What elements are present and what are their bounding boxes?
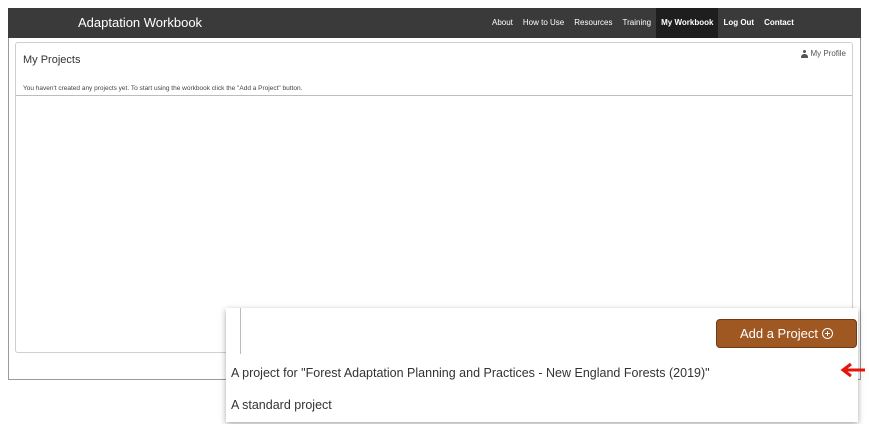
menu-item-forest-project[interactable]: A project for "Forest Adaptation Plannin… [231, 366, 710, 380]
panel-divider [16, 95, 852, 96]
nav-resources[interactable]: Resources [569, 8, 617, 38]
top-navbar: Adaptation Workbook About How to Use Res… [8, 8, 861, 38]
divider-line [240, 308, 241, 354]
red-arrow-annotation [840, 362, 865, 378]
nav-how-to-use[interactable]: How to Use [518, 8, 569, 38]
nav-training[interactable]: Training [618, 8, 657, 38]
projects-panel: My Projects My Profile You haven't creat… [15, 42, 853, 353]
brand-title[interactable]: Adaptation Workbook [78, 8, 202, 38]
plus-circle-icon [822, 328, 834, 339]
menu-item-standard-project[interactable]: A standard project [231, 398, 332, 412]
add-project-button[interactable]: Add a Project [716, 319, 857, 348]
add-project-label: Add a Project [739, 326, 819, 341]
my-profile-label: My Profile [810, 49, 846, 58]
my-profile-link[interactable]: My Profile [801, 49, 846, 58]
add-project-menu: A project for "Forest Adaptation Plannin… [226, 356, 858, 422]
nav-my-workbook[interactable]: My Workbook [656, 8, 719, 38]
page-title: My Projects [23, 54, 81, 66]
nav-contact[interactable]: Contact [759, 8, 799, 38]
user-icon [801, 49, 809, 58]
nav-links: About How to Use Resources Training My W… [487, 8, 799, 38]
empty-notice: You haven't created any projects yet. To… [23, 85, 303, 92]
nav-about[interactable]: About [487, 8, 518, 38]
nav-log-out[interactable]: Log Out [718, 8, 759, 38]
